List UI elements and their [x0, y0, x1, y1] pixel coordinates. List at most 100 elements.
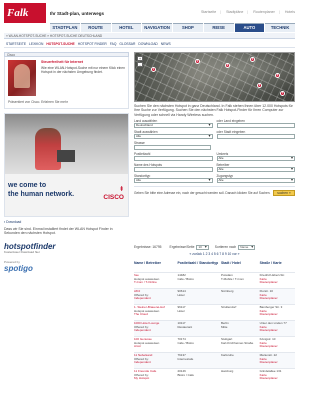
nav-tab-auto[interactable]: AUTO — [234, 23, 265, 32]
betreiber-select[interactable]: Alle — [216, 166, 295, 172]
umkreis-select[interactable]: Alle — [216, 155, 295, 161]
row-text: Strullendorf — [220, 305, 237, 309]
row-text: Hotel — [177, 308, 185, 313]
hotspot-map[interactable]: + - 1 2 3 4 5 6 7 — [134, 52, 295, 102]
row-text: Bistro / Cafe — [177, 372, 194, 377]
promo-title[interactable]: Steuerfreiheit für Internet — [41, 60, 125, 64]
row-text: Karlsruhe — [220, 353, 234, 357]
route-link[interactable]: Routenplaner — [260, 377, 295, 381]
nav-tab-hotel[interactable]: HOTEL — [111, 23, 142, 32]
nav-tab-technik[interactable]: TECHNIK — [265, 23, 295, 32]
pagination[interactable]: « zurück 1 2 3 4 5 6 7 8 9 10 vor » — [134, 252, 295, 256]
map-pin-icon[interactable]: 6 — [257, 83, 262, 88]
section-nav: STARTSEITE LEXIKON HOTSPOT-SUCHE HOTSPOT… — [4, 41, 295, 48]
operator-link[interactable]: The Cloud — [134, 313, 177, 317]
row-text: Cafe / Bistro — [177, 276, 194, 281]
table-row: 100 Genusse Hotspot ausweisen Arcor 70174 C… — [134, 336, 295, 352]
zoom-out-icon[interactable]: - — [137, 62, 143, 67]
ad-caption: the human network. — [8, 191, 75, 198]
download-heading[interactable]: ▪ Download — [4, 220, 129, 225]
sort-select[interactable]: Name — [238, 244, 256, 250]
table-row: 1000 Hotel Lounge Offered by: Independent … — [134, 320, 295, 336]
land-select[interactable]: Deutschland — [134, 122, 213, 128]
col-header-city[interactable]: Stadt / Hotel — [221, 261, 260, 265]
hotspot-search-form: Suchen Sie den nächsten Hotspot in ganz … — [134, 104, 295, 196]
top-link-stadtplaene[interactable]: Stadtpläne — [226, 10, 243, 14]
section-link[interactable]: STARTSEITE — [6, 41, 26, 47]
col-header-street[interactable]: Straße / Karte — [260, 261, 295, 265]
section-link-active[interactable]: HOTSPOT-SUCHE — [46, 41, 74, 47]
nav-tab-route[interactable]: ROUTE — [80, 23, 111, 32]
operator-link[interactable]: Independent — [134, 297, 177, 301]
promo-text: Steuerfreiheit für Internet Wie eine WLA… — [41, 60, 125, 75]
row-text: Restaurant — [177, 324, 193, 329]
operator-link[interactable]: My Hotspot — [134, 377, 177, 381]
operator-link[interactable]: Independent — [134, 329, 177, 333]
results-count: Ergebnisse: 16795 — [134, 245, 162, 249]
route-link[interactable]: Routenplaner — [260, 313, 295, 317]
map-pin-icon[interactable]: 4 — [250, 57, 255, 62]
operator-link[interactable]: Arcor — [134, 345, 177, 349]
nav-tab-stadtplan[interactable]: STADTPLAN — [50, 23, 80, 32]
spotigo-logo[interactable]: spotigo — [4, 264, 129, 273]
zugang-select[interactable]: Alle — [216, 177, 295, 183]
row-text: T-Mobile / T-Com — [220, 276, 244, 281]
section-link[interactable]: HOTSPOT FINDER — [78, 41, 107, 47]
standort-select[interactable]: Alle — [134, 177, 213, 183]
strasse-input[interactable] — [134, 144, 212, 150]
section-link[interactable]: LEXIKON — [29, 41, 43, 47]
section-link[interactable]: GLOSSAR — [119, 41, 135, 47]
route-link[interactable]: Routenplaner — [260, 297, 295, 301]
row-text: Internetcafe — [177, 356, 194, 361]
section-link[interactable]: DOWNLOAD — [138, 41, 157, 47]
col-header-name[interactable]: Name / Betreiber — [134, 261, 177, 265]
stadt-input[interactable] — [216, 133, 295, 139]
map-pin-icon[interactable]: 1 — [151, 67, 156, 72]
row-text: Nürnberg — [220, 289, 234, 293]
route-link[interactable]: Routenplaner — [260, 281, 295, 285]
nav-tab-reise[interactable]: REISE — [203, 23, 234, 32]
operator-link[interactable]: T-Com / T-Online — [134, 281, 177, 285]
land-input[interactable] — [216, 122, 295, 128]
section-link[interactable]: FAQ — [110, 41, 117, 47]
promo-body: Wie eine WLAN-Hotspot-Suche mit nur eine… — [41, 66, 125, 75]
nav-tab-navigation[interactable]: NAVIGATION — [142, 23, 172, 32]
top-link-start[interactable]: Startseite — [201, 10, 216, 14]
map-pin-icon[interactable]: 5 — [275, 73, 280, 78]
col-header-plz[interactable]: Postleitzahl / Standorttyp — [177, 261, 220, 265]
nav-tab-shop[interactable]: SHOP — [173, 23, 203, 32]
sort-label: Sortieren nach — [214, 245, 237, 249]
map-pin-icon[interactable]: 3 — [225, 63, 230, 68]
per-page-select[interactable]: 10 — [196, 244, 209, 250]
name-input[interactable] — [134, 166, 213, 172]
map-pin-icon[interactable]: 2 — [195, 59, 200, 64]
row-text: Mitte — [220, 324, 228, 329]
top-links: Startseite | Stadtpläne | Routenplaner | Ho… — [197, 10, 295, 14]
route-link[interactable]: Routenplaner — [260, 361, 295, 365]
row-text: Cafe / Bistro — [177, 340, 194, 345]
promo-footer[interactable]: Präsentiert von Cisco. Erfahren Sie mehr — [8, 100, 68, 104]
section-link[interactable]: NEWS — [161, 41, 171, 47]
operator-link[interactable]: Independent — [134, 361, 177, 365]
ad-background — [5, 114, 128, 174]
promo-image[interactable] — [8, 60, 36, 96]
map-pin-icon[interactable]: 7 — [280, 91, 285, 96]
zoom-in-icon[interactable]: + — [137, 56, 143, 61]
separator: | — [247, 10, 249, 14]
plz-input[interactable] — [134, 155, 213, 161]
top-link-hotels[interactable]: Hotels — [285, 10, 295, 14]
hotspotfinder-subtitle[interactable]: Kostenloser Download hier — [4, 250, 129, 254]
download-text: Dass wir Sie sind. Einmal installiert fi… — [4, 227, 113, 236]
slogan: Ihr Stadt-plan, unterwegs — [50, 11, 105, 16]
route-link[interactable]: Routenplaner — [260, 345, 295, 349]
stadt-select[interactable]: Alle — [134, 133, 213, 139]
results-bar: Ergebnisse: 16795 Ergebnisse/Seite 10 So… — [134, 244, 295, 250]
cisco-ad-banner[interactable]: we come to the human network. ı|ı|ı CISC… — [4, 113, 129, 217]
search-intro: Suchen Sie den nächsten Hotspot in ganz … — [134, 104, 293, 117]
promo-box[interactable]: Steuerfreiheit für Internet Wie eine WLA… — [4, 57, 129, 109]
falk-logo[interactable]: Falk — [4, 3, 46, 23]
search-button[interactable]: suchen » — [273, 189, 295, 196]
map-overlay — [135, 53, 294, 101]
top-link-routenplaner[interactable]: Routenplaner — [253, 10, 275, 14]
route-link[interactable]: Routenplaner — [260, 329, 295, 333]
